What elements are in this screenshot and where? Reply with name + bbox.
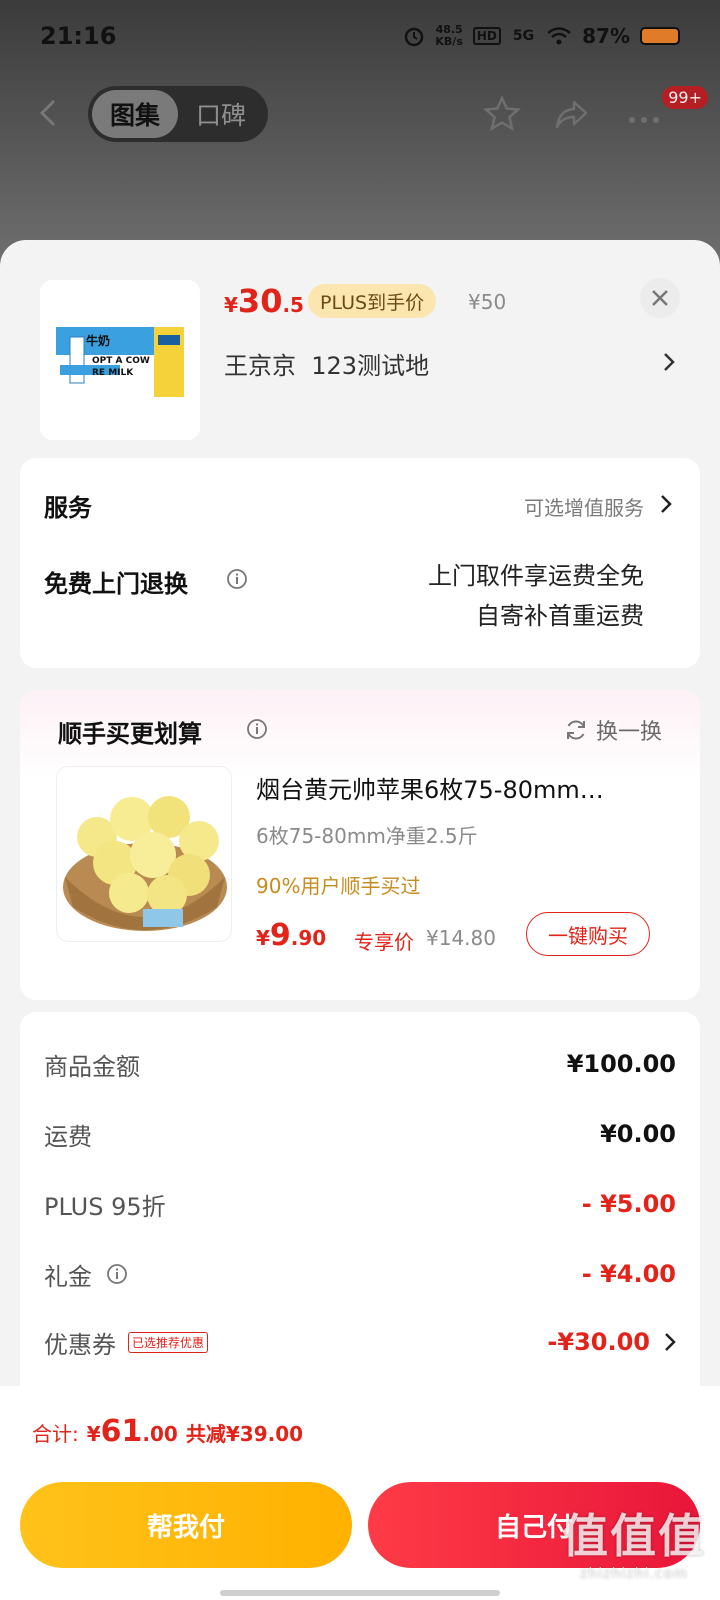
bundle-item-bought: 90%用户顺手买过 [256, 874, 421, 898]
original-price: ¥50 [468, 290, 507, 314]
price-decimal: .5 [282, 293, 304, 317]
swap-button[interactable]: 换一换 [564, 714, 662, 746]
info-icon[interactable] [246, 718, 268, 740]
checkout-sheet: 牛奶 OPT A COW RE MILK ¥ 30 .5 PLUS到手价 ¥50… [0, 240, 720, 1600]
product-header: 牛奶 OPT A COW RE MILK ¥ 30 .5 PLUS到手价 ¥50… [0, 240, 720, 460]
message-badge: 99+ [662, 86, 708, 109]
summary-row-goods: 商品金额 ¥100.00 [44, 1044, 676, 1084]
bundle-price-tag: 专享价 [354, 930, 414, 954]
bundle-price-decimal: .90 [290, 926, 327, 950]
alarm-icon [405, 27, 424, 47]
summary-label: 优惠券 [44, 1330, 116, 1359]
summary-label: PLUS 95折 [44, 1192, 166, 1221]
bundle-item-spec: 6枚75-80mm净重2.5斤 [256, 824, 478, 848]
apple-basket-image [63, 796, 227, 931]
free-return-desc: 上门取件享运费全免 自寄补首重运费 [428, 556, 644, 636]
net-speed-unit: KB/s [435, 35, 463, 48]
close-button[interactable] [640, 278, 680, 318]
address-name: 王京京 [224, 352, 296, 380]
swap-label: 换一换 [595, 720, 662, 745]
address-text: 123测试地 [311, 352, 430, 380]
service-subtitle[interactable]: 可选增值服务 [524, 492, 644, 521]
battery-icon [640, 27, 680, 45]
watermark: 值值值 zhizhizhi.com [562, 1500, 706, 1582]
product-price: ¥ 30 .5 [224, 282, 304, 320]
bundle-price-currency: ¥ [256, 926, 270, 950]
free-return-title: 免费上门退换 [44, 570, 188, 598]
summary-value: -¥30.00 [547, 1328, 650, 1356]
refresh-icon [566, 720, 585, 740]
price-currency: ¥ [224, 293, 238, 317]
wifi-icon [547, 27, 571, 45]
summary-label: 礼金 [44, 1262, 92, 1291]
status-bar: 21:16 48.5 KB/s HD 5G 87% [0, 0, 720, 72]
price-integer: 30 [237, 282, 283, 320]
total-integer: 61 [100, 1414, 143, 1449]
free-return-line2: 自寄补首重运费 [476, 602, 644, 630]
watermark-big: 值值值 [562, 1509, 706, 1563]
total-price: 合计: ¥ 61 .00 共减¥39.00 [32, 1414, 303, 1449]
status-time: 21:16 [40, 22, 117, 50]
status-icons: 48.5 KB/s HD 5G 87% [403, 24, 680, 48]
tab-gallery[interactable]: 图集 [92, 90, 178, 138]
thumb-text-3: RE MILK [92, 368, 134, 378]
top-nav: 图集 口碑 99+ [0, 84, 720, 144]
summary-label: 商品金额 [44, 1052, 140, 1081]
tab-switcher: 图集 口碑 [88, 86, 268, 142]
summary-value: - ¥5.00 [581, 1190, 676, 1218]
more-icon[interactable] [624, 94, 664, 134]
bundle-original-price: ¥14.80 [426, 926, 496, 950]
help-me-pay-button[interactable]: 帮我付 [20, 1482, 352, 1568]
close-icon [652, 290, 668, 306]
service-title: 服务 [44, 494, 92, 522]
share-icon[interactable] [552, 94, 592, 134]
battery-percent: 87% [582, 24, 630, 48]
summary-value: - ¥4.00 [581, 1260, 676, 1288]
chevron-right-icon[interactable] [660, 494, 672, 514]
plus-price-tag: PLUS到手价 [308, 284, 437, 318]
signal-5g: 5G [512, 28, 535, 44]
apple-thumbnail[interactable] [56, 766, 232, 942]
summary-value: ¥0.00 [600, 1120, 676, 1148]
tab-reviews[interactable]: 口碑 [178, 90, 264, 138]
chevron-right-icon[interactable] [662, 352, 676, 372]
info-icon[interactable] [106, 1263, 128, 1285]
delivery-address[interactable]: 王京京 123测试地 [224, 346, 429, 381]
summary-value: ¥100.00 [566, 1050, 676, 1078]
bundle-price: ¥ 9 .90 [256, 918, 326, 953]
back-arrow-icon[interactable] [34, 98, 64, 128]
star-icon[interactable] [482, 94, 522, 134]
thumb-text-1: 牛奶 [86, 333, 110, 348]
net-speed: 48.5 KB/s [435, 24, 462, 48]
product-thumbnail: 牛奶 OPT A COW RE MILK [40, 280, 200, 440]
total-decimal: .00 [142, 1422, 178, 1446]
summary-row-coupon[interactable]: 优惠券 已选推荐优惠 -¥30.00 [44, 1322, 676, 1362]
summary-row-plus: PLUS 95折 - ¥5.00 [44, 1184, 676, 1224]
info-icon[interactable] [226, 568, 248, 590]
home-indicator [220, 1590, 500, 1596]
bundle-price-integer: 9 [269, 918, 291, 953]
service-card: 服务 可选增值服务 免费上门退换 上门取件享运费全免 自寄补首重运费 [20, 458, 700, 668]
total-label: 合计: [32, 1422, 79, 1446]
total-discount: 共减¥39.00 [185, 1422, 304, 1446]
watermark-small: zhizhizhi.com [580, 1566, 688, 1582]
milk-box-image: 牛奶 OPT A COW RE MILK [56, 327, 184, 397]
bundle-item-name[interactable]: 烟台黄元帅苹果6枚75-80mm… [256, 770, 656, 805]
bundle-card: 顺手买更划算 换一换 烟台黄元帅苹果6枚75-80mm… 6枚75-80mm净重… [20, 690, 700, 1000]
one-click-buy-button[interactable]: 一键购买 [526, 912, 650, 956]
chevron-right-icon[interactable] [664, 1332, 676, 1352]
bundle-title: 顺手买更划算 [58, 720, 202, 748]
total-currency: ¥ [86, 1422, 101, 1446]
summary-row-shipping: 运费 ¥0.00 [44, 1114, 676, 1154]
price-summary-card: 商品金额 ¥100.00 运费 ¥0.00 PLUS 95折 - ¥5.00 礼… [20, 1012, 700, 1432]
thumb-text-2: OPT A COW [92, 356, 150, 366]
summary-row-gift: 礼金 - ¥4.00 [44, 1254, 676, 1294]
hd-icon: HD [472, 27, 501, 45]
summary-label: 运费 [44, 1122, 92, 1151]
coupon-chip: 已选推荐优惠 [128, 1331, 209, 1353]
free-return-line1: 上门取件享运费全免 [428, 562, 644, 590]
